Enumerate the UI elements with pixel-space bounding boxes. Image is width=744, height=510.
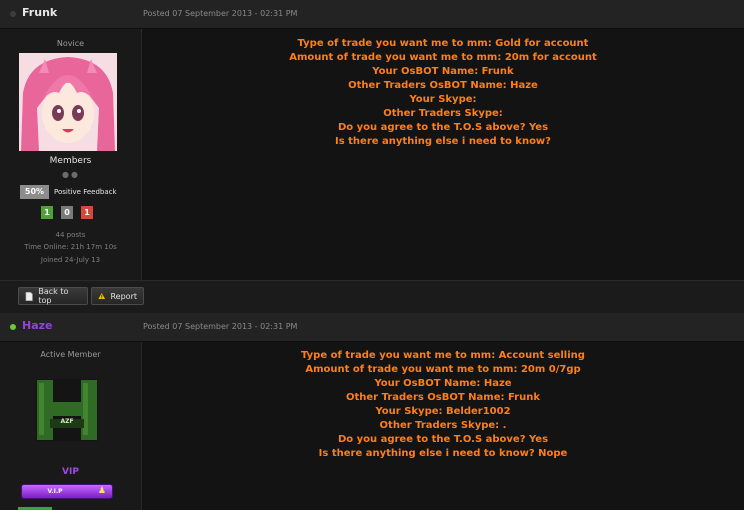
rep-neutral: 0 [61,206,73,219]
page-icon [25,291,33,301]
vip-person-icon: ♟ [97,486,106,496]
post-line: Do you agree to the T.O.S above? Yes [337,434,549,445]
avatar[interactable] [19,53,117,151]
post-header-haze: Haze Posted 07 September 2013 - 02:31 PM [0,313,744,342]
letter-h-icon [36,379,98,441]
report-label: Report [110,291,137,301]
post-line: Your Skype: Belder1002 [375,406,511,417]
post-line: Other Traders OsBOT Name: Haze [348,80,538,91]
post-count: 44 posts [55,231,86,239]
post-line: Is there anything else i need to know? N… [318,448,568,459]
member-group: VIP [62,467,79,477]
vip-badge-label: V.I.P [47,488,63,495]
post-line: Amount of trade you want me to mm: 20m 0… [305,364,581,375]
avatar-text: AZF [60,418,74,425]
post-date: Posted 07 September 2013 - 02:31 PM [143,322,298,331]
rep-positive: 1 [41,206,53,219]
member-group: Members [49,156,92,166]
report-button[interactable]: Report [91,287,144,305]
post-line: Your Skype: [409,94,477,105]
time-online: Time Online: 21h 17m 10s [24,243,117,251]
post-line: Your OsBOT Name: Haze [374,378,512,389]
avatar[interactable]: AZF [36,379,98,441]
post-header-frunk: Frunk Posted 07 September 2013 - 02:31 P… [0,0,744,29]
post-line: Type of trade you want me to mm: Gold fo… [297,38,589,49]
anime-girl-icon [19,53,117,151]
feedback-label[interactable]: Positive Feedback [54,188,117,196]
post-line: Type of trade you want me to mm: Account… [301,350,585,361]
joined-date: Joined 24-July 13 [40,256,101,264]
vip-badge: V.I.P ♟ [21,484,113,499]
post-line: Your OsBOT Name: Frunk [372,66,514,77]
post-line: Is there anything else i need to know? [335,136,551,147]
back-to-top-button[interactable]: Back to top [18,287,88,305]
offline-dot-icon [10,11,16,17]
post-line: Do you agree to the T.O.S above? Yes [337,122,549,133]
post-line: Other Traders Skype: [383,108,503,119]
online-dot-icon [10,324,16,330]
feedback-percent[interactable]: 50% [20,185,49,199]
post-line: Other Traders OsBOT Name: Frunk [346,392,540,403]
post-content: Type of trade you want me to mm: Gold fo… [142,37,744,149]
post-content: Type of trade you want me to mm: Account… [142,349,744,461]
post-date: Posted 07 September 2013 - 02:31 PM [143,9,298,18]
post-line: Other Traders Skype: . [379,420,507,431]
rank-pips: ●● [62,170,80,179]
rep-negative: 1 [81,206,93,219]
post-line: Amount of trade you want me to mm: 20m f… [289,52,597,63]
back-to-top-label: Back to top [38,287,69,305]
author-name[interactable]: Frunk [22,6,57,19]
member-rank: Novice [56,39,85,48]
member-rank: Active Member [40,350,101,359]
author-name[interactable]: Haze [22,319,53,332]
warning-icon [98,292,106,300]
